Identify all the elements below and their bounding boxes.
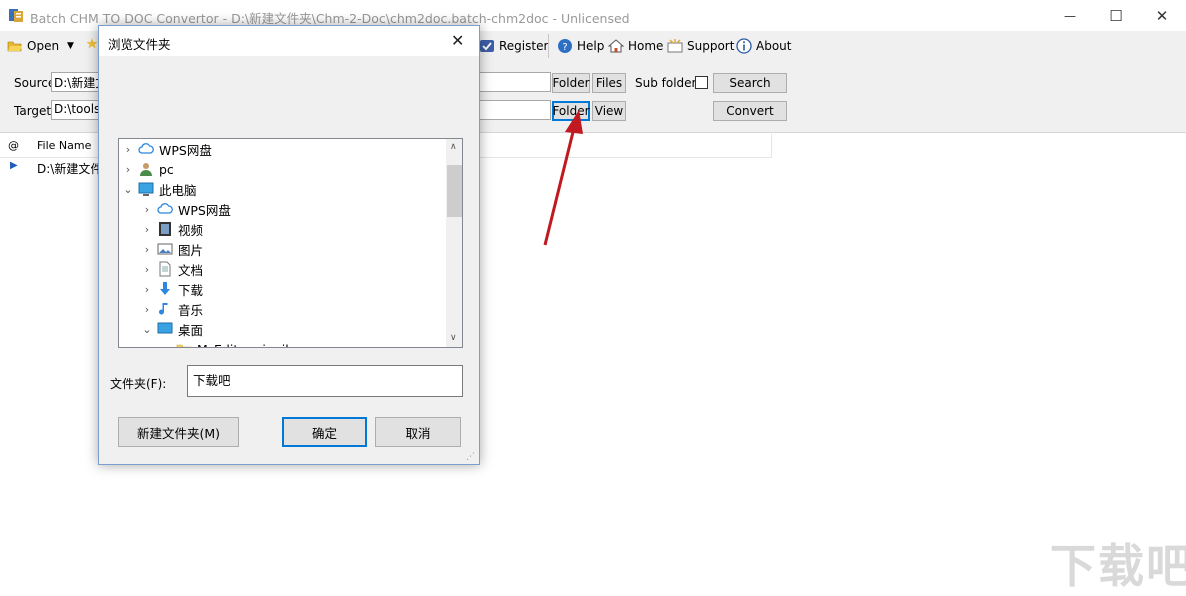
search-button[interactable]: Search: [713, 73, 787, 93]
video-icon: [157, 221, 173, 237]
folder-name-input[interactable]: 下载吧: [187, 365, 463, 397]
scroll-down-icon[interactable]: ∨: [450, 333, 457, 343]
tree-scrollbar[interactable]: ∧ ∨: [446, 139, 462, 347]
source-label: Source: [14, 76, 56, 90]
tree-item[interactable]: › WPS网盘: [123, 139, 212, 159]
cloud-icon: [157, 201, 173, 217]
annotation-arrow: [543, 110, 583, 246]
picture-icon: [157, 241, 173, 257]
dialog-close-button[interactable]: ✕: [451, 31, 464, 50]
svg-text:?: ?: [562, 42, 567, 53]
tree-item-label: 文档: [178, 262, 204, 278]
download-icon: [157, 281, 173, 297]
subfolders-label: Sub folders: [635, 76, 703, 90]
tree-item-label: 音乐: [178, 302, 204, 318]
watermark-logo: 下载吧: [1050, 539, 1186, 593]
convert-button[interactable]: Convert: [713, 101, 787, 121]
tree-item[interactable]: › 图片: [142, 239, 203, 259]
about-button[interactable]: About: [736, 37, 791, 55]
help-icon: ?: [558, 39, 572, 53]
chevron-right-icon[interactable]: ›: [123, 143, 133, 156]
column-file-name[interactable]: File Name: [37, 139, 91, 152]
tree-item-label: 图片: [178, 242, 204, 258]
tree-item[interactable]: ⌄ 此电脑: [123, 179, 197, 199]
close-icon: ✕: [1155, 6, 1169, 25]
info-icon: [736, 38, 752, 54]
subfolders-checkbox[interactable]: [695, 76, 708, 89]
home-button[interactable]: Home: [608, 37, 663, 55]
chevron-right-icon[interactable]: ›: [142, 203, 152, 216]
open-button[interactable]: Open: [7, 37, 59, 55]
document-icon: [157, 261, 173, 277]
tree-item[interactable]: › 音乐: [142, 299, 203, 319]
dialog-title-bar: 浏览文件夹 ✕: [99, 26, 479, 56]
row-pointer-icon: ▶: [10, 160, 18, 171]
folder-icon: [176, 341, 192, 347]
folder-label: 文件夹(F):: [110, 377, 167, 391]
chevron-right-icon[interactable]: ›: [123, 163, 133, 176]
tree-item-label: WPS网盘: [178, 202, 231, 218]
close-button[interactable]: ✕: [1139, 0, 1185, 31]
source-folder-button[interactable]: Folder: [552, 73, 590, 93]
home-icon: [608, 39, 624, 53]
tree-item[interactable]: ⌄ 桌面: [142, 319, 203, 339]
files-button[interactable]: Files: [592, 73, 626, 93]
minimize-button[interactable]: —: [1047, 0, 1093, 31]
tree-item[interactable]: › M_Editor_ringil: [161, 339, 289, 348]
support-icon: [667, 39, 683, 53]
tree-item-label: pc: [159, 161, 174, 177]
tree-item[interactable]: › 文档: [142, 259, 203, 279]
chevron-down-icon[interactable]: ⌄: [123, 183, 133, 196]
open-dropdown-arrow-icon[interactable]: ▼: [67, 41, 74, 51]
tree-item-label: 桌面: [178, 322, 204, 338]
folder-open-icon: [7, 41, 22, 52]
folder-tree[interactable]: › WPS网盘 › pc ⌄ 此电脑 › WPS网盘 › 视频 › 图片 › 文档 › 下载 › 音乐 ⌄ 桌面 › M_…: [118, 138, 463, 348]
scroll-thumb[interactable]: [447, 165, 462, 217]
support-button[interactable]: Support: [667, 37, 734, 55]
chevron-right-icon[interactable]: ›: [142, 283, 152, 296]
register-icon: [480, 40, 494, 52]
close-icon: ✕: [451, 31, 465, 50]
chevron-right-icon[interactable]: ›: [142, 263, 152, 276]
app-icon: [9, 9, 23, 22]
scroll-up-icon[interactable]: ∧: [450, 142, 457, 152]
help-button[interactable]: ? Help: [557, 37, 604, 55]
cloud-icon: [138, 141, 154, 157]
tree-item[interactable]: › pc: [123, 159, 174, 179]
chevron-right-icon[interactable]: ›: [161, 343, 171, 348]
cancel-button[interactable]: 取消: [375, 417, 461, 447]
new-folder-button[interactable]: 新建文件夹(M): [118, 417, 239, 447]
tree-item-label: WPS网盘: [159, 142, 212, 158]
tree-item[interactable]: › 视频: [142, 219, 203, 239]
tree-item-label: 此电脑: [159, 182, 197, 198]
desktop-icon: [157, 321, 173, 337]
browse-folder-dialog: 浏览文件夹 ✕ › WPS网盘 › pc ⌄ 此电脑 › WPS网盘 › 视频 › 图片 › 文档 › 下载 ›…: [98, 25, 480, 465]
chevron-down-icon[interactable]: ⌄: [142, 323, 152, 336]
resize-grip-icon[interactable]: ⋰: [466, 452, 475, 462]
minimize-icon: —: [1064, 8, 1076, 23]
column-at[interactable]: @: [8, 139, 19, 152]
maximize-icon: ☐: [1109, 6, 1123, 25]
register-button[interactable]: Register: [479, 37, 548, 55]
dialog-title: 浏览文件夹: [108, 37, 171, 52]
tree-item[interactable]: › 下载: [142, 279, 203, 299]
tree-item-label: 下载: [178, 282, 204, 298]
chevron-right-icon[interactable]: ›: [142, 223, 152, 236]
toolbar-separator: [548, 34, 549, 58]
view-button[interactable]: View: [592, 101, 626, 121]
ok-button[interactable]: 确定: [282, 417, 367, 447]
chevron-right-icon[interactable]: ›: [142, 303, 152, 316]
target-label: Target: [14, 104, 52, 118]
tree-item-label: 视频: [178, 222, 204, 238]
music-icon: [157, 301, 173, 317]
tree-item[interactable]: › WPS网盘: [142, 199, 231, 219]
table-row[interactable]: D:\新建文件: [37, 160, 102, 177]
computer-icon: [138, 181, 154, 197]
tree-item-label: M_Editor_ringil: [197, 342, 289, 348]
user-icon: [138, 161, 154, 177]
maximize-button[interactable]: ☐: [1093, 0, 1139, 31]
chevron-right-icon[interactable]: ›: [142, 243, 152, 256]
